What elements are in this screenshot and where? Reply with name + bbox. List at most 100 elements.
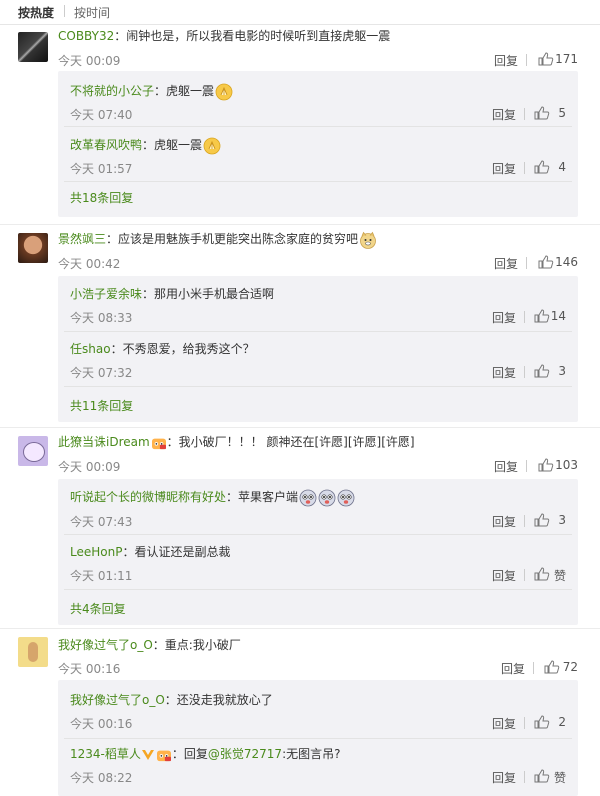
comment-body: ：闹钟也是，所以我看电影的时候听到直接虎躯一震	[114, 29, 391, 43]
comment-item: COBBY32：闹钟也是，所以我看电影的时候听到直接虎躯一震 今天 00:09 …	[0, 25, 600, 227]
reply-timestamp: 今天 00:16	[70, 717, 133, 731]
like-icon[interactable]	[534, 769, 550, 783]
action-separator	[524, 311, 525, 323]
timestamp: 今天 00:09	[58, 54, 121, 68]
reply-timestamp: 今天 01:57	[70, 162, 133, 176]
reply-body-prefix: ：回复	[171, 747, 208, 761]
more-replies-link[interactable]: 共4条回复	[70, 600, 126, 617]
avatar[interactable]	[18, 233, 48, 263]
reply-button[interactable]: 回复	[492, 106, 516, 123]
reply-button[interactable]: 回复	[492, 513, 516, 530]
reply-body: ：看认证还是副总裁	[122, 545, 231, 559]
reply-button[interactable]: 回复	[494, 52, 518, 69]
reply-button[interactable]: 回复	[492, 769, 516, 786]
reply-text: 小浩子爱余味：那用小米手机最合适啊	[70, 285, 274, 303]
like-icon[interactable]	[534, 513, 550, 527]
like-count: 4	[558, 160, 566, 174]
reply-text: 任shao：不秀恩爱，给我秀这个？	[70, 340, 255, 358]
reply-text: 改革春风吹鸭：虎躯一震	[70, 136, 221, 155]
action-separator	[524, 515, 525, 527]
like-icon[interactable]	[538, 52, 554, 66]
avatar[interactable]	[18, 436, 48, 466]
action-separator	[526, 257, 527, 269]
like-icon[interactable]	[544, 660, 560, 674]
comment-text: COBBY32：闹钟也是，所以我看电影的时候听到直接虎躯一震	[58, 27, 390, 45]
like-count: 171	[555, 52, 578, 66]
reply-button[interactable]: 回复	[494, 458, 518, 475]
reply-body: ：不秀恩爱，给我秀这个？	[110, 342, 255, 356]
reply-button[interactable]: 回复	[492, 309, 516, 326]
like-icon[interactable]	[534, 364, 550, 378]
comment-body: ：应该是用魅族手机更能突出陈念家庭的贫穷吧	[106, 232, 359, 246]
reply-box: 听说起个长的微博昵称有好处：苹果客户端 今天 07:43 回复 3 LeeHon…	[58, 479, 578, 625]
username[interactable]: 我好像过气了o_O	[58, 638, 153, 652]
reply-button[interactable]: 回复	[492, 364, 516, 381]
more-replies-link[interactable]: 共11条回复	[70, 397, 133, 414]
like-icon[interactable]	[538, 458, 554, 472]
comment-text: 景然飒三：应该是用魅族手机更能突出陈念家庭的贫穷吧	[58, 230, 377, 249]
like-count: 103	[555, 458, 578, 472]
comment-item: 景然飒三：应该是用魅族手机更能突出陈念家庭的贫穷吧 今天 00:42 回复 14…	[0, 225, 600, 427]
reply-username[interactable]: 听说起个长的微博昵称有好处	[70, 490, 226, 504]
mention-link[interactable]: @张觉72717	[208, 747, 282, 761]
action-separator	[524, 771, 525, 783]
reply-text: 听说起个长的微博昵称有好处：苹果客户端	[70, 488, 355, 507]
comment-item: 此獠当诛iDream ：我小破厂！！！ 颜神还在[许愿][许愿][许愿] 今天 0…	[0, 428, 600, 628]
reply-timestamp: 今天 08:22	[70, 771, 133, 785]
like-count: 72	[562, 660, 578, 674]
reply-divider	[64, 738, 572, 739]
reply-username[interactable]: 不将就的小公子	[70, 84, 154, 98]
reply-button[interactable]: 回复	[501, 660, 525, 677]
pray-emoji-icon	[215, 83, 233, 101]
username[interactable]: 景然飒三	[58, 232, 106, 246]
reply-box: 小浩子爱余味：那用小米手机最合适啊 今天 08:33 回复 14 任shao：不…	[58, 276, 578, 422]
reply-text: 不将就的小公子：虎躯一震	[70, 82, 233, 101]
sort-by-time[interactable]: 按时间	[74, 4, 110, 21]
username[interactable]: 此獠当诛iDream	[58, 435, 150, 449]
like-count: 3	[558, 364, 566, 378]
reply-username[interactable]: 改革春风吹鸭	[70, 138, 142, 152]
reply-button[interactable]: 回复	[494, 255, 518, 272]
reply-text: 我好像过气了o_O：还没走我就放心了	[70, 691, 273, 709]
action-separator	[524, 366, 525, 378]
like-icon[interactable]	[534, 106, 550, 120]
action-separator	[524, 717, 525, 729]
reply-button[interactable]: 回复	[492, 715, 516, 732]
reply-timestamp: 今天 08:33	[70, 311, 133, 325]
like-icon[interactable]	[534, 309, 550, 323]
reply-timestamp: 今天 07:43	[70, 515, 133, 529]
reply-username[interactable]: 我好像过气了o_O	[70, 693, 165, 707]
member-badge-icon	[156, 748, 172, 762]
like-count: 146	[555, 255, 578, 269]
reply-username[interactable]: 任shao	[70, 342, 111, 356]
reply-body: ：虎躯一震	[154, 84, 215, 98]
reply-username[interactable]: LeeHonP	[70, 545, 122, 559]
reply-username[interactable]: 小浩子爱余味	[70, 287, 142, 301]
like-count: 5	[558, 106, 566, 120]
crying-emoji-icon	[318, 489, 336, 507]
like-icon[interactable]	[534, 567, 550, 581]
reply-button[interactable]: 回复	[492, 567, 516, 584]
like-icon[interactable]	[538, 255, 554, 269]
member-badge-icon	[151, 436, 167, 450]
doge-emoji-icon	[359, 231, 377, 249]
timestamp: 今天 00:09	[58, 460, 121, 474]
sort-by-hot[interactable]: 按热度	[18, 4, 54, 21]
username[interactable]: COBBY32	[58, 29, 114, 43]
reply-divider	[64, 534, 572, 535]
comment-item: 我好像过气了o_O：重点:我小破厂 今天 00:16 回复 72 我好像过气了o…	[0, 629, 600, 796]
timestamp: 今天 00:42	[58, 257, 121, 271]
like-icon[interactable]	[534, 160, 550, 174]
like-count: 赞	[553, 771, 566, 785]
reply-button[interactable]: 回复	[492, 160, 516, 177]
avatar[interactable]	[18, 32, 48, 62]
like-icon[interactable]	[534, 715, 550, 729]
reply-body: ：还没走我就放心了	[164, 693, 273, 707]
vip-badge-icon	[141, 749, 155, 761]
avatar[interactable]	[18, 637, 48, 667]
reply-divider	[64, 126, 572, 127]
more-replies-link[interactable]: 共18条回复	[70, 189, 133, 206]
comment-body: ：重点:我小破厂	[152, 638, 241, 652]
reply-username[interactable]: 1234-稻草人	[70, 747, 141, 761]
like-count: 赞	[553, 569, 566, 583]
